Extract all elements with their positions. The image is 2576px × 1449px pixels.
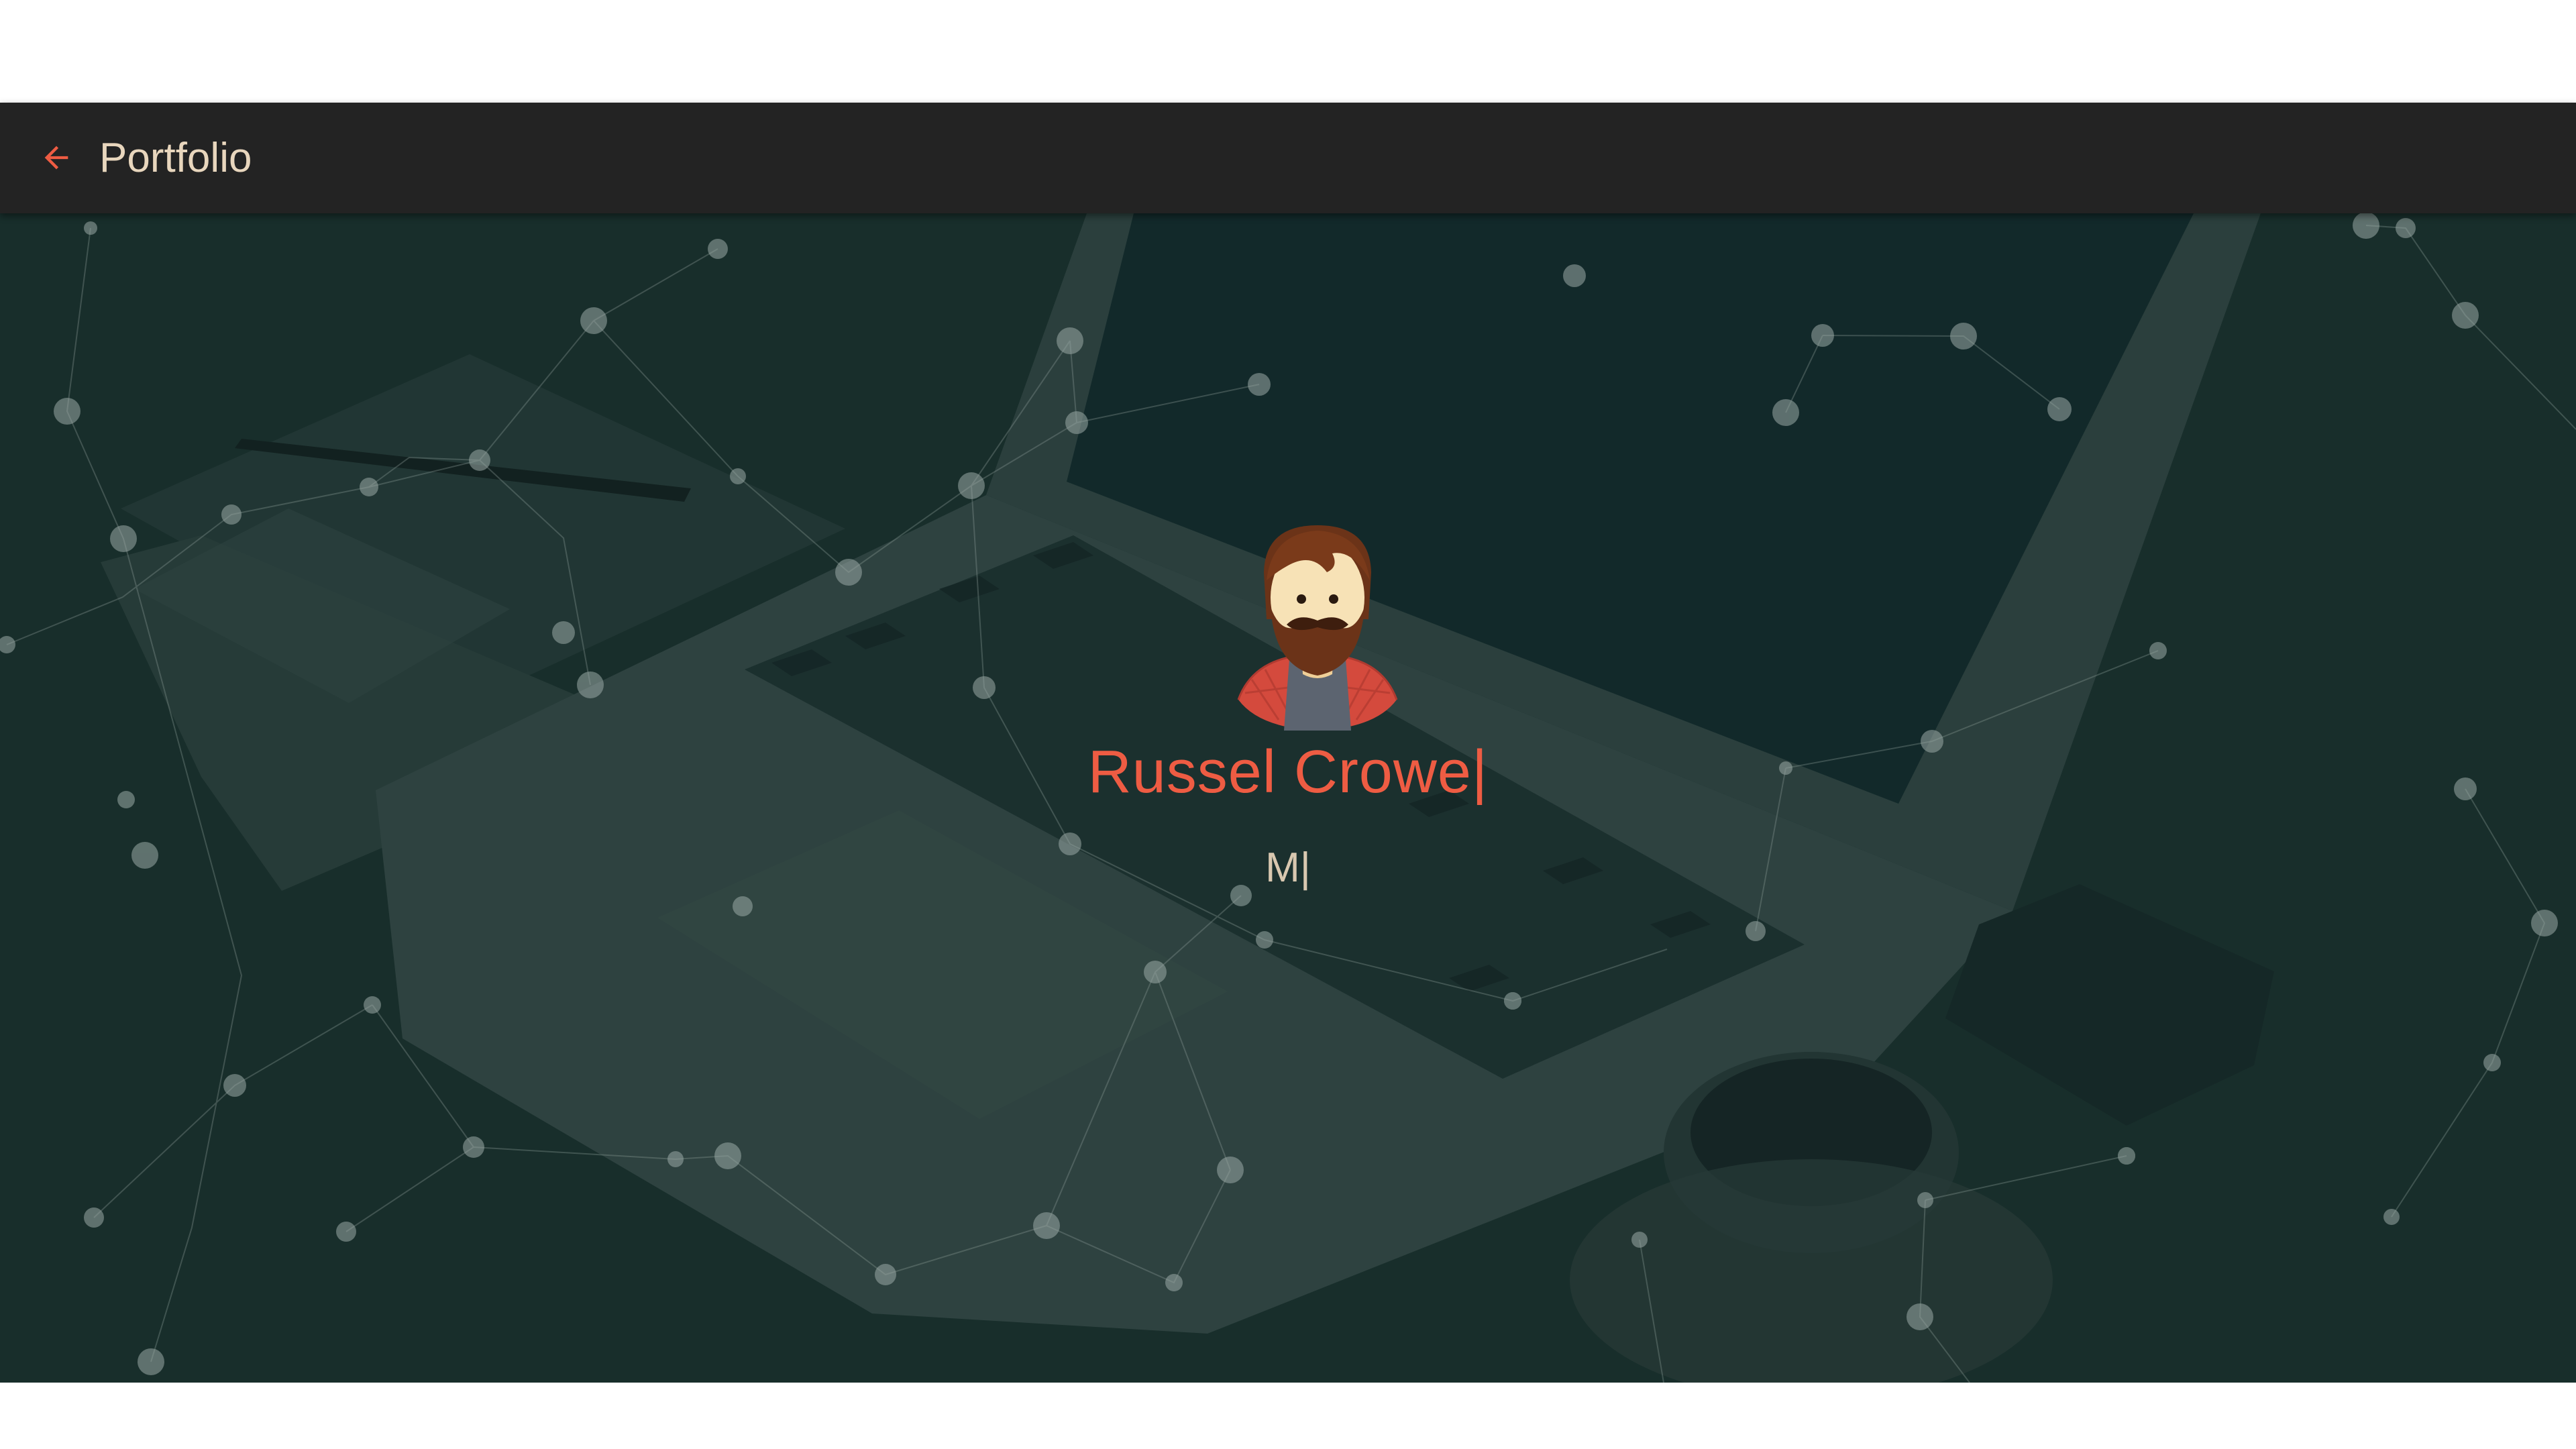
hero-section: Russel Crowe| M| (0, 213, 2576, 1383)
bottom-blank-area (0, 1383, 2576, 1449)
page-title: Portfolio (99, 135, 252, 181)
top-navbar: Portfolio (0, 103, 2576, 213)
arrow-left-icon (44, 146, 68, 170)
back-button[interactable] (35, 136, 78, 179)
typing-subtitle: M| (1265, 845, 1311, 891)
person-name: Russel Crowe| (1087, 739, 1489, 806)
top-blank-area (0, 0, 2576, 103)
bearded-man-avatar (1237, 525, 1398, 731)
